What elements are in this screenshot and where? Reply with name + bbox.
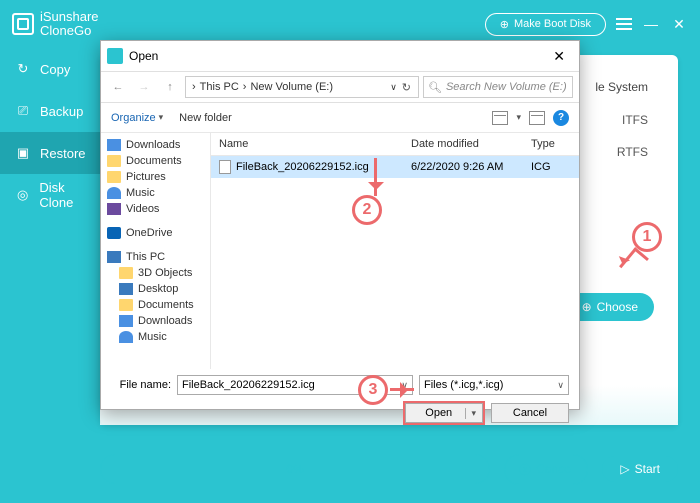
folder-icon [119,299,133,311]
menu-icon[interactable] [616,18,632,30]
file-icon [219,160,231,174]
tree-music[interactable]: Music [101,185,210,201]
x-circle-icon: ⓧ [519,461,531,478]
dialog-app-icon [107,48,123,64]
view-mode-dropdown[interactable]: ▾ [516,112,521,123]
close-app-button[interactable]: ✕ [670,16,688,33]
open-file-dialog: Open ✕ ← → ↑ › This PC › New Volume (E:)… [100,40,580,410]
nav-copy[interactable]: ↻Copy [0,48,100,90]
breadcrumb[interactable]: › This PC › New Volume (E:) ∨ ↻ [185,76,419,98]
plus-icon: ⊕ [500,18,509,31]
view-mode-button[interactable] [492,111,508,125]
dialog-close-button[interactable]: ✕ [545,48,573,65]
open-split-dropdown[interactable]: ▾ [465,408,476,419]
open-button[interactable]: Open▾ [405,403,483,423]
tree-downloads[interactable]: Downloads [101,137,210,153]
organize-menu[interactable]: Organize▾ [111,112,163,124]
chevron-down-icon[interactable]: ∨ [390,82,397,93]
tree-pictures[interactable]: Pictures [101,169,210,185]
restore-icon: ▣ [14,144,32,162]
progress-bar: 0% [100,454,490,484]
file-row-selected[interactable]: FileBack_20206229152.icg 6/22/2020 9:26 … [211,156,579,178]
dialog-footer: File name: FileBack_20206229152.icg∨ Fil… [101,369,579,429]
dialog-cancel-button[interactable]: Cancel [491,403,569,423]
col-filesystem: le System [595,80,648,94]
fs-value-1: ITFS [622,113,648,127]
cancel-button[interactable]: ⓧCancel [504,454,588,485]
preview-pane-button[interactable] [529,111,545,125]
col-date[interactable]: Date modified [411,138,531,150]
folder-icon [107,155,121,167]
dialog-title: Open [129,49,158,63]
folder-icon [107,171,121,183]
tree-3dobjects[interactable]: 3D Objects [101,265,210,281]
tree-downloads-2[interactable]: Downloads [101,313,210,329]
tree-documents[interactable]: Documents [101,153,210,169]
col-name[interactable]: Name [219,138,411,150]
folder-tree[interactable]: Downloads Documents Pictures Music Video… [101,133,211,369]
brand-line1: iSunshare [40,10,99,24]
nav-up-button[interactable]: ↑ [159,76,181,98]
sidebar: ↻Copy ⎚Backup ▣Restore ◎Disk Clone [0,48,100,216]
tree-onedrive[interactable]: OneDrive [101,225,210,241]
tree-thispc[interactable]: This PC [101,249,210,265]
chevron-down-icon[interactable]: ∨ [401,380,408,391]
onedrive-icon [107,227,121,239]
file-type: ICG [531,161,571,173]
music-icon [119,331,133,343]
tree-desktop[interactable]: Desktop [101,281,210,297]
file-name-input[interactable]: FileBack_20206229152.icg∨ [177,375,413,395]
app-logo: iSunshareCloneGo [12,10,99,39]
bottom-bar: 0% ⓧCancel ▷Start [100,449,678,489]
tree-music-2[interactable]: Music [101,329,210,345]
music-icon [107,187,121,199]
file-type-filter[interactable]: Files (*.icg,*.icg)∨ [419,375,569,395]
make-boot-disk-button[interactable]: ⊕Make Boot Disk [485,13,606,36]
new-folder-button[interactable]: New folder [179,112,232,124]
help-icon[interactable]: ? [553,110,569,126]
dialog-toolbar: Organize▾ New folder ▾ ? [101,103,579,133]
file-name-label: File name: [111,379,171,391]
file-list-header[interactable]: Name Date modified Type [211,133,579,156]
logo-icon [12,13,34,35]
download-icon [107,139,121,151]
tree-videos[interactable]: Videos [101,201,210,217]
download-icon [119,315,133,327]
nav-back-button[interactable]: ← [107,76,129,98]
refresh-icon[interactable]: ↻ [399,81,414,94]
copy-icon: ↻ [14,60,32,78]
brand-line2: CloneGo [40,24,99,38]
fs-value-2: RTFS [617,145,648,159]
file-list: Name Date modified Type FileBack_2020622… [211,133,579,369]
nav-diskclone[interactable]: ◎Disk Clone [0,174,100,216]
tree-documents-2[interactable]: Documents [101,297,210,313]
file-name: FileBack_20206229152.icg [236,161,411,173]
minimize-button[interactable]: — [642,16,660,32]
search-icon: 🔍︎ [428,81,442,94]
play-icon-circle: ▷ [620,462,629,476]
chevron-down-icon[interactable]: ∨ [557,380,564,391]
col-type[interactable]: Type [531,138,571,150]
dialog-nav: ← → ↑ › This PC › New Volume (E:) ∨ ↻ 🔍︎… [101,71,579,103]
nav-restore[interactable]: ▣Restore [0,132,100,174]
desktop-icon [119,283,133,295]
file-date: 6/22/2020 9:26 AM [411,161,531,173]
search-input[interactable]: 🔍︎ Search New Volume (E:) [423,76,573,98]
pc-icon [107,251,121,263]
dialog-titlebar: Open ✕ [101,41,579,71]
plus-circle-icon: ⊕ [582,300,592,314]
nav-forward-button[interactable]: → [133,76,155,98]
backup-icon: ⎚ [14,102,32,120]
start-button[interactable]: ▷Start [602,456,678,482]
video-icon [107,203,121,215]
diskclone-icon: ◎ [14,186,31,204]
folder-icon [119,267,133,279]
nav-backup[interactable]: ⎚Backup [0,90,100,132]
